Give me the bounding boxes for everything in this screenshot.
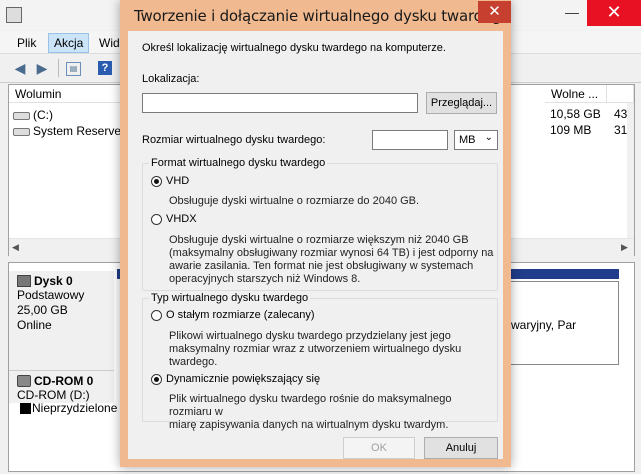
browse-button[interactable]: Przeglądaj... [426,92,497,114]
disk-status: Online [17,318,52,332]
close-icon[interactable]: ✕ [587,0,641,26]
size-unit-select[interactable]: MB ⌄ [454,130,498,150]
fixed-size-radio[interactable] [151,310,162,321]
vhd-label[interactable]: VHD [166,175,189,188]
type-group-title: Typ wirtualnego dysku twardego [149,292,311,305]
ok-button[interactable]: OK [343,437,415,459]
vertical-scrollbar[interactable] [627,103,634,238]
volume-row[interactable]: System Reserved [13,123,128,139]
volume-free: 10,58 GB [550,107,601,121]
location-input[interactable] [142,93,418,113]
volume-row[interactable]: (C:) [13,107,53,123]
format-group-title: Format wirtualnego dysku twardego [149,157,328,170]
dynamic-description: Plik wirtualnego dysku twardego rośnie d… [169,393,452,431]
vhd-radio[interactable] [151,176,162,187]
vhdx-radio[interactable] [151,214,162,225]
disk-title: Dysk 0 [34,274,73,288]
size-unit-value: MB [459,134,476,146]
disk-0-panel[interactable]: Dysk 0 Podstawowy 25,00 GB Online [9,271,114,371]
vhd-description: Obsługuje dyski wirtualne o rozmiarze do… [169,195,420,207]
dialog-intro: Określ lokalizację wirtualnego dysku twa… [142,42,446,54]
help-icon[interactable]: ? [98,61,112,75]
disk-type: Podstawowy [17,288,85,302]
console-tree-icon[interactable]: ▤ [66,62,81,76]
cdrom-icon [17,375,31,387]
dialog-close-icon[interactable]: ✕ [478,1,511,23]
column-header-free[interactable]: Wolne ... [545,85,607,103]
location-label: Lokalizacja: [142,73,200,85]
format-group: Format wirtualnego dysku twardego VHD Ob… [142,157,498,291]
minimize-icon[interactable]: — [557,2,587,24]
app-icon [6,7,22,23]
cdrom-panel[interactable]: CD-ROM 0 CD-ROM (D:) [9,371,114,403]
disk-size: 25,00 GB [17,303,68,317]
volume-name: (C:) [33,108,53,122]
type-group: Typ wirtualnego dysku twardego O stałym … [142,292,498,431]
vhdx-label[interactable]: VHDX [166,213,197,226]
legend-unallocated-swatch [20,403,31,414]
size-input[interactable] [372,130,448,150]
dialog-title: Tworzenie i dołączanie wirtualnego dysku… [134,7,511,25]
create-vhd-dialog: Tworzenie i dołączanie wirtualnego dysku… [120,0,511,467]
drive-icon [13,127,30,136]
menu-action[interactable]: Akcja [48,33,90,53]
cdrom-title: CD-ROM 0 [34,374,94,388]
drive-icon [13,111,30,120]
toolbar-separator [58,59,59,77]
dynamic-radio[interactable] [151,374,162,385]
volume-percent: 43 [614,107,628,121]
chevron-down-icon: ⌄ [484,132,493,143]
volume-percent: 31 [614,123,628,137]
size-label: Rozmiar wirtualnego dysku twardego: [142,134,326,146]
legend-unallocated-label: Nieprzydzielone [32,401,118,415]
volume-free: 109 MB [550,123,592,137]
scroll-right-icon[interactable]: ▶ [621,242,628,253]
dynamic-label[interactable]: Dynamicznie powiększający się [166,373,320,386]
back-arrow-icon[interactable]: ◀ [12,60,28,76]
volume-name: System Reserved [33,124,128,138]
forward-arrow-icon[interactable]: ▶ [34,60,50,76]
cancel-button[interactable]: Anuluj [424,437,498,459]
column-header-volume[interactable]: Wolumin [9,85,124,103]
disk-icon [17,275,31,287]
fixed-size-description: Plikowi wirtualnego dysku twardego przyd… [169,330,462,368]
vhdx-description: Obsługuje dyski wirtualne o rozmiarze wi… [169,234,494,285]
dialog-body: Określ lokalizację wirtualnego dysku twa… [128,31,503,459]
column-header-percent[interactable] [607,85,634,103]
menu-file[interactable]: Plik [12,34,41,52]
fixed-size-label[interactable]: O stałym rozmiarze (zalecany) [166,309,315,322]
scroll-left-icon[interactable]: ◀ [12,242,19,253]
